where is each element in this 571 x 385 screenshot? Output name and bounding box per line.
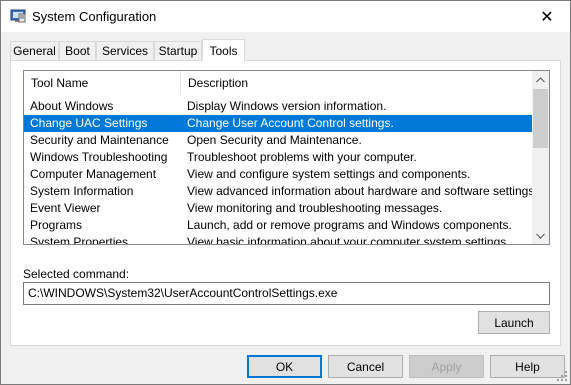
system-configuration-window: System Configuration ✕ General Boot Serv…	[0, 0, 571, 385]
tool-name: Security and Maintenance	[30, 133, 169, 147]
tab-tools[interactable]: Tools	[202, 39, 245, 61]
tool-name: Windows Troubleshooting	[30, 150, 168, 164]
tool-name: System Information	[30, 184, 134, 198]
selected-command-label: Selected command:	[23, 267, 130, 281]
list-item[interactable]: Windows Troubleshooting Troubleshoot pro…	[24, 149, 532, 166]
tools-list[interactable]: Tool Name Description About Windows Disp…	[23, 70, 550, 245]
tab-services[interactable]: Services	[96, 41, 154, 60]
tool-name: Programs	[30, 218, 83, 232]
tool-description: View and configure system settings and c…	[187, 167, 471, 181]
window-title: System Configuration	[32, 9, 157, 24]
list-item[interactable]: System Properties View basic information…	[24, 234, 532, 245]
list-item[interactable]: Programs Launch, add or remove programs …	[24, 217, 532, 234]
tool-description: Launch, add or remove programs and Windo…	[187, 218, 512, 232]
tool-description: View monitoring and troubleshooting mess…	[187, 201, 443, 215]
chevron-down-icon	[536, 233, 545, 239]
close-button[interactable]: ✕	[524, 1, 570, 32]
help-button[interactable]: Help	[490, 355, 565, 378]
tool-description: Change User Account Control settings.	[187, 116, 394, 130]
close-icon: ✕	[540, 8, 554, 26]
tool-description: View basic information about your comput…	[187, 235, 510, 245]
selected-command-field[interactable]: C:\WINDOWS\System32\UserAccountControlSe…	[23, 282, 550, 305]
resize-grip-icon[interactable]	[556, 370, 568, 382]
chevron-up-icon	[536, 76, 545, 82]
tool-name: System Properties	[30, 235, 129, 245]
tool-name: Event Viewer	[30, 201, 101, 215]
tool-description: Open Security and Maintenance.	[187, 133, 362, 147]
title-bar[interactable]: System Configuration ✕	[1, 1, 570, 32]
tool-name: Change UAC Settings	[30, 116, 148, 130]
cancel-button[interactable]: Cancel	[328, 355, 403, 378]
launch-button[interactable]: Launch	[478, 311, 550, 334]
list-item[interactable]: About Windows Display Windows version in…	[24, 98, 532, 115]
tool-name: Computer Management	[30, 167, 157, 181]
list-item[interactable]: System Information View advanced informa…	[24, 183, 532, 200]
scroll-up-button[interactable]	[532, 71, 549, 88]
tab-startup[interactable]: Startup	[154, 41, 202, 60]
msconfig-icon	[10, 9, 26, 23]
list-header: Tool Name Description	[24, 71, 532, 95]
scroll-thumb[interactable]	[533, 89, 548, 148]
list-body: About Windows Display Windows version in…	[24, 96, 532, 245]
column-header-tool-name[interactable]: Tool Name	[24, 71, 181, 95]
scroll-down-button[interactable]	[532, 227, 549, 244]
list-item[interactable]: Event Viewer View monitoring and trouble…	[24, 200, 532, 217]
list-item-selected[interactable]: Change UAC Settings Change User Account …	[24, 115, 532, 132]
tab-boot[interactable]: Boot	[59, 41, 96, 60]
column-header-description[interactable]: Description	[181, 71, 532, 95]
list-item[interactable]: Security and Maintenance Open Security a…	[24, 132, 532, 149]
apply-button[interactable]: Apply	[409, 355, 484, 378]
tool-name: About Windows	[30, 99, 114, 113]
vertical-scrollbar[interactable]	[532, 71, 549, 244]
tab-general[interactable]: General	[10, 41, 59, 60]
list-item[interactable]: Computer Management View and configure s…	[24, 166, 532, 183]
tool-description: Troubleshoot problems with your computer…	[187, 150, 417, 164]
tool-description: View advanced information about hardware…	[187, 184, 532, 198]
ok-button[interactable]: OK	[247, 355, 322, 378]
tool-description: Display Windows version information.	[187, 99, 387, 113]
